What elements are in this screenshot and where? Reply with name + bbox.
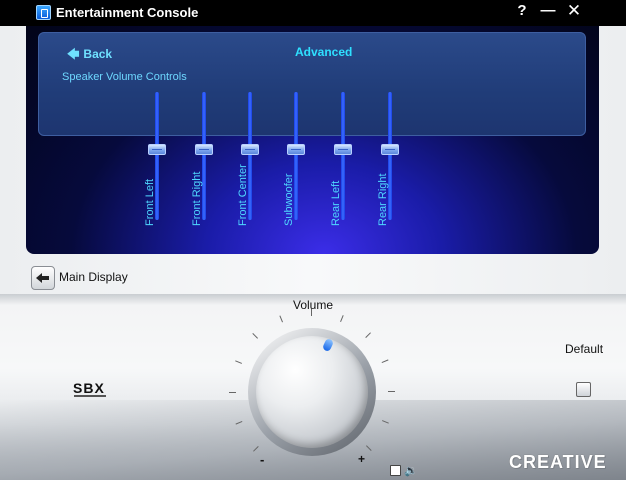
back-label: Back xyxy=(83,47,113,61)
close-button[interactable]: ✕ xyxy=(565,1,583,21)
channel-label: Rear Right xyxy=(377,173,389,226)
channel-label: Subwoofer xyxy=(283,173,295,226)
mode-title: Advanced xyxy=(295,45,353,59)
volume-tick xyxy=(229,392,236,393)
section-label: Speaker Volume Controls xyxy=(62,71,187,83)
slider-thumb[interactable] xyxy=(287,144,305,155)
channel-label: Front Right xyxy=(191,171,203,226)
volume-tick xyxy=(388,391,395,392)
slider-thumb[interactable] xyxy=(381,144,399,155)
channel-label: Front Left xyxy=(144,178,156,226)
minimize-button[interactable]: — xyxy=(539,2,557,19)
default-label: Default xyxy=(565,342,604,356)
channel-label: Rear Left xyxy=(330,180,342,226)
sbx-logo: SBX xyxy=(73,380,105,396)
default-checkbox[interactable] xyxy=(576,382,591,397)
knob-face[interactable] xyxy=(256,336,368,448)
help-button[interactable]: ? xyxy=(513,2,531,19)
volume-tick xyxy=(311,309,312,316)
slider-thumb[interactable] xyxy=(241,144,259,155)
speaker-icon: 🔉 xyxy=(404,465,418,477)
volume-label: Volume xyxy=(293,298,334,312)
window-title: Entertainment Console xyxy=(56,5,199,20)
back-button[interactable]: 🡄 Back xyxy=(67,45,112,66)
app-icon xyxy=(36,5,51,20)
title-bar: Entertainment Console ? — ✕ xyxy=(0,0,626,26)
main-display-label: Main Display xyxy=(59,270,128,284)
channel-label: Front Center xyxy=(237,164,249,226)
slider-thumb[interactable] xyxy=(334,144,352,155)
sbx-underline xyxy=(74,395,106,397)
back-arrow-icon: 🡄 xyxy=(67,47,80,61)
volume-knob[interactable] xyxy=(232,316,392,466)
display-panel: 🡄 Back Advanced Speaker Volume Controls xyxy=(38,32,586,136)
creative-logo: CREATIVE xyxy=(509,452,607,472)
volume-max-label: + xyxy=(358,452,366,466)
slider-thumb[interactable] xyxy=(195,144,213,155)
mute-checkbox[interactable] xyxy=(390,465,401,476)
slider-thumb[interactable] xyxy=(148,144,166,155)
volume-min-label: - xyxy=(260,452,265,467)
blue-display: 🡄 Back Advanced Speaker Volume Controls F… xyxy=(26,26,599,254)
main-display-button[interactable] xyxy=(31,266,55,290)
